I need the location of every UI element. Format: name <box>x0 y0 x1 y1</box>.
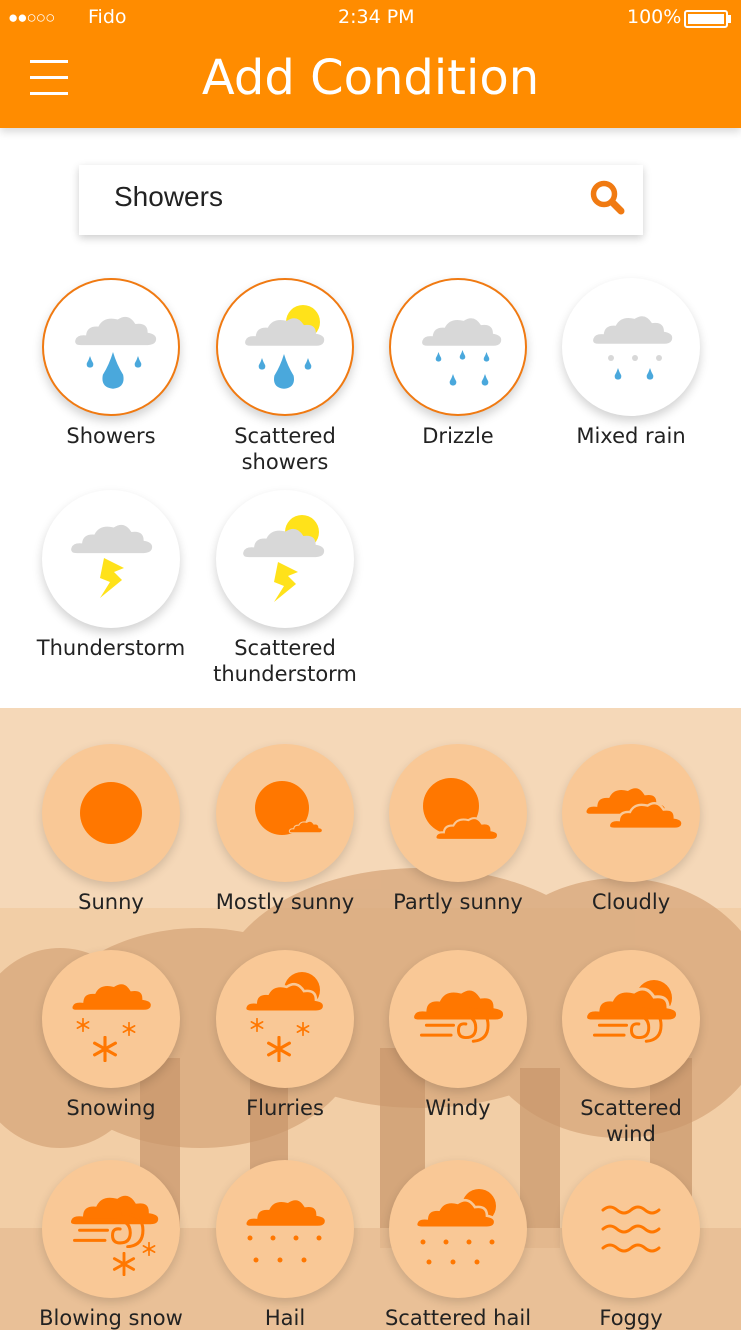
condition-option-scattered-hail[interactable]: Scattered hail <box>368 1160 548 1331</box>
condition-circle[interactable] <box>42 744 180 882</box>
condition-circle[interactable] <box>562 950 700 1088</box>
app-header: ●●○○○ Fido 2:34 PM 100% Add Condition <box>0 0 741 128</box>
drizzle-icon <box>422 318 502 386</box>
mostly-sunny-icon <box>255 781 324 835</box>
condition-label: Mixed rain <box>576 424 686 448</box>
page-title: Add Condition <box>201 50 540 106</box>
condition-option-partly-sunny[interactable]: Partly sunny <box>368 744 548 915</box>
condition-option-cloudy[interactable]: Cloudly <box>541 744 721 915</box>
condition-label: Flurries <box>246 1096 324 1120</box>
condition-label: Scattered thunderstorm <box>213 636 357 686</box>
condition-label: Sunny <box>78 890 144 914</box>
condition-label: Windy <box>425 1096 491 1120</box>
condition-circle[interactable] <box>389 744 527 882</box>
condition-label: Mostly sunny <box>215 890 355 914</box>
condition-circle[interactable] <box>216 744 354 882</box>
condition-option-mostly-sunny[interactable]: Mostly sunny <box>195 744 375 915</box>
condition-label: Cloudly <box>591 890 671 914</box>
hail-icon <box>243 1197 328 1263</box>
condition-circle[interactable] <box>42 1160 180 1298</box>
condition-circle[interactable] <box>42 950 180 1088</box>
search-input[interactable] <box>114 181 564 213</box>
condition-option-flurries[interactable]: Flurries <box>195 950 375 1121</box>
sun-wind-icon <box>584 980 680 1043</box>
condition-option-thunderstorm[interactable]: Thunderstorm <box>21 490 201 661</box>
condition-option-showers[interactable]: Showers <box>21 278 201 449</box>
status-time: 2:34 PM <box>338 6 415 28</box>
condition-circle[interactable] <box>42 490 180 628</box>
condition-label: Foggy <box>599 1306 663 1330</box>
condition-option-blowing-snow[interactable]: Blowing snow <box>21 1160 201 1331</box>
condition-option-scattered-thunderstorm[interactable]: Scattered thunderstorm <box>195 490 375 687</box>
condition-label: Scattered hail <box>384 1306 532 1330</box>
condition-circle[interactable] <box>389 1160 527 1298</box>
condition-option-scattered-wind[interactable]: Scattered wind <box>541 950 721 1147</box>
sun-thunderstorm-icon <box>243 515 325 602</box>
mixed-rain-icon <box>593 316 673 380</box>
battery-percent: 100% <box>627 6 682 28</box>
condition-label: Drizzle <box>422 424 494 448</box>
condition-option-windy[interactable]: Windy <box>368 950 548 1121</box>
condition-label: Showers <box>66 424 156 448</box>
condition-circle[interactable] <box>389 278 527 416</box>
cloud-icon <box>583 785 684 830</box>
condition-label: Partly sunny <box>393 890 523 914</box>
condition-label: Blowing snow <box>39 1306 183 1330</box>
sun-rain-cloud-icon <box>245 305 325 389</box>
signal-strength-icon: ●●○○○ <box>8 8 55 27</box>
battery-icon <box>684 10 728 28</box>
sun-icon <box>80 782 142 844</box>
condition-circle[interactable] <box>216 490 354 628</box>
thunderstorm-icon <box>71 524 153 598</box>
condition-option-drizzle[interactable]: Drizzle <box>368 278 548 449</box>
condition-option-hail[interactable]: Hail <box>195 1160 375 1331</box>
wind-icon <box>411 987 507 1043</box>
rain-cloud-icon <box>75 316 157 389</box>
condition-option-sunny[interactable]: Sunny <box>21 744 201 915</box>
condition-circle[interactable] <box>216 950 354 1088</box>
snow-icon <box>69 981 154 1062</box>
condition-option-mixed-rain[interactable]: Mixed rain <box>541 278 721 449</box>
fog-icon <box>601 1205 661 1253</box>
search-icon[interactable] <box>589 179 627 217</box>
condition-circle[interactable] <box>216 278 354 416</box>
condition-label: Scattered showers <box>234 424 336 474</box>
condition-circle[interactable] <box>562 278 700 416</box>
condition-option-snowing[interactable]: Snowing <box>21 950 201 1121</box>
condition-circle[interactable] <box>562 1160 700 1298</box>
sun-hail-icon <box>414 1189 497 1265</box>
carrier-name: Fido <box>88 6 127 28</box>
flurries-icon <box>243 972 326 1062</box>
condition-label: Thunderstorm <box>36 636 186 660</box>
blowing-snow-icon <box>68 1192 162 1276</box>
condition-label: Hail <box>264 1306 306 1330</box>
condition-label: Scattered wind <box>580 1096 682 1146</box>
condition-circle[interactable] <box>42 278 180 416</box>
condition-option-scattered-showers[interactable]: Scattered showers <box>195 278 375 475</box>
condition-circle[interactable] <box>562 744 700 882</box>
search-box <box>79 165 643 235</box>
condition-circle[interactable] <box>389 950 527 1088</box>
partly-sunny-icon <box>423 778 500 842</box>
condition-option-foggy[interactable]: Foggy <box>541 1160 721 1331</box>
condition-circle[interactable] <box>216 1160 354 1298</box>
condition-label: Snowing <box>66 1096 156 1120</box>
